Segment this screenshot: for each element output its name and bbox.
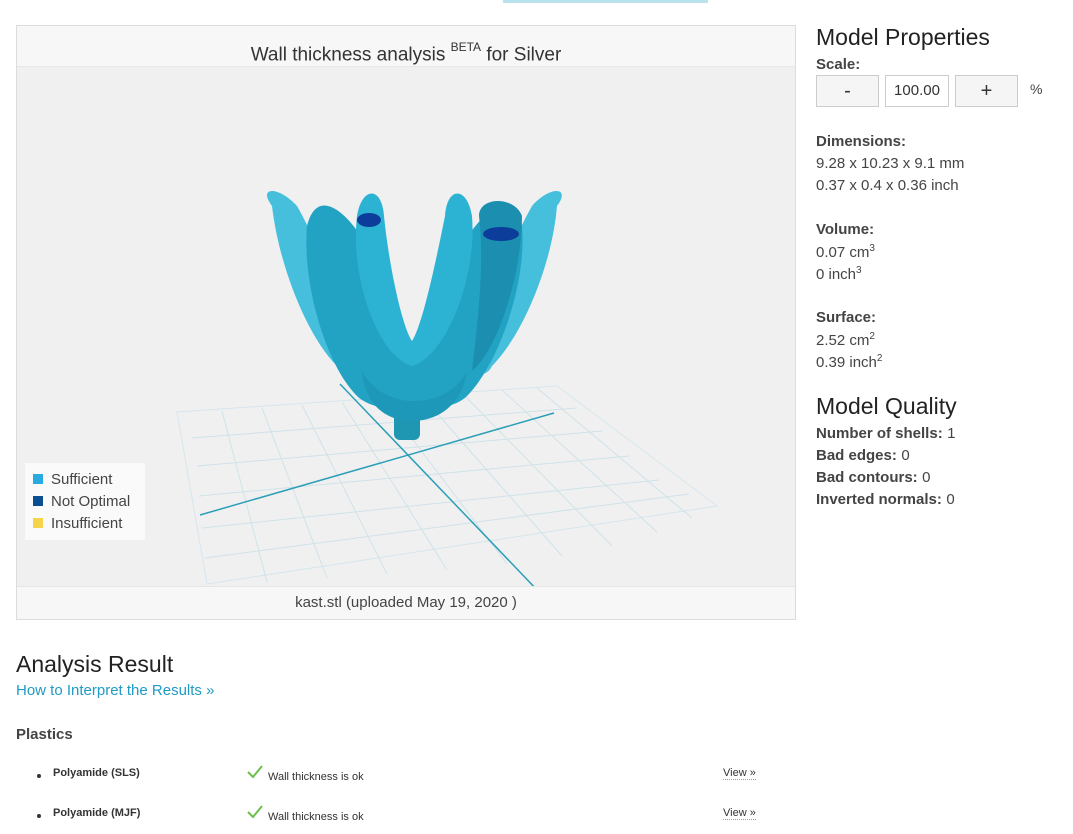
legend-item-insufficient: Insufficient	[33, 514, 122, 534]
dimensions-mm: 9.28 x 10.23 x 9.1 mm	[816, 155, 965, 172]
scale-label: Scale:	[816, 56, 861, 73]
model-properties-panel: Model Properties Scale: - 100.00 + % Dim…	[816, 24, 1066, 508]
scale-percent-unit: %	[1030, 81, 1043, 97]
scale-increase-button[interactable]: +	[955, 75, 1018, 107]
interpret-results-link[interactable]: How to Interpret the Results »	[16, 682, 214, 699]
model-properties-title: Model Properties	[816, 24, 990, 50]
legend-swatch-sufficient	[33, 474, 43, 484]
surface-cm: 2.52 cm2	[816, 331, 875, 349]
quality-inverted-normals: Inverted normals: 0	[816, 491, 955, 508]
check-icon	[247, 765, 263, 779]
view-link[interactable]: View »	[723, 767, 756, 780]
ground-grid	[176, 385, 719, 585]
surface-label: Surface:	[816, 309, 877, 326]
viewer-title-material: for Silver	[481, 44, 562, 66]
viewer-title-text: Wall thickness analysis	[250, 44, 451, 66]
dimensions-inch: 0.37 x 0.4 x 0.36 inch	[816, 177, 959, 194]
top-tab-indicator	[503, 0, 708, 3]
legend-item-not-optimal: Not Optimal	[33, 492, 130, 512]
material-name: Polyamide (MJF)	[53, 807, 141, 819]
status-text: Wall thickness is ok	[268, 771, 364, 783]
scale-input[interactable]: 100.00	[885, 75, 949, 107]
legend-swatch-insufficient	[33, 518, 43, 528]
scale-decrease-button[interactable]: -	[816, 75, 879, 107]
thickness-legend: Sufficient Not Optimal Insufficient	[25, 463, 145, 540]
material-row: Polyamide (MJF) Wall thickness is ok Vie…	[0, 804, 800, 828]
legend-item-sufficient: Sufficient	[33, 470, 112, 490]
quality-shells: Number of shells: 1	[816, 425, 956, 442]
file-info: kast.stl (uploaded May 19, 2020 )	[17, 586, 795, 619]
volume-cm: 0.07 cm3	[816, 243, 875, 261]
volume-inch: 0 inch3	[816, 265, 862, 283]
model-viewer[interactable]: Wall thickness analysis BETA for Silver	[16, 25, 796, 620]
check-icon	[247, 805, 263, 819]
plastics-heading: Plastics	[16, 726, 73, 743]
dimensions-label: Dimensions:	[816, 133, 907, 150]
legend-swatch-not-optimal	[33, 496, 43, 506]
quality-bad-contours: Bad contours: 0	[816, 469, 931, 486]
beta-badge: BETA	[450, 40, 482, 54]
status-text: Wall thickness is ok	[268, 811, 364, 823]
material-row: Polyamide (SLS) Wall thickness is ok Vie…	[0, 764, 800, 788]
view-link[interactable]: View »	[723, 807, 756, 820]
viewer-title: Wall thickness analysis BETA for Silver	[17, 26, 795, 67]
surface-inch: 0.39 inch2	[816, 353, 883, 371]
material-name: Polyamide (SLS)	[53, 767, 140, 779]
bullet-icon	[37, 814, 41, 818]
quality-bad-edges: Bad edges: 0	[816, 447, 910, 464]
model-quality-title: Model Quality	[816, 393, 957, 419]
bullet-icon	[37, 774, 41, 778]
analysis-result-title: Analysis Result	[16, 651, 174, 677]
volume-label: Volume:	[816, 221, 875, 238]
